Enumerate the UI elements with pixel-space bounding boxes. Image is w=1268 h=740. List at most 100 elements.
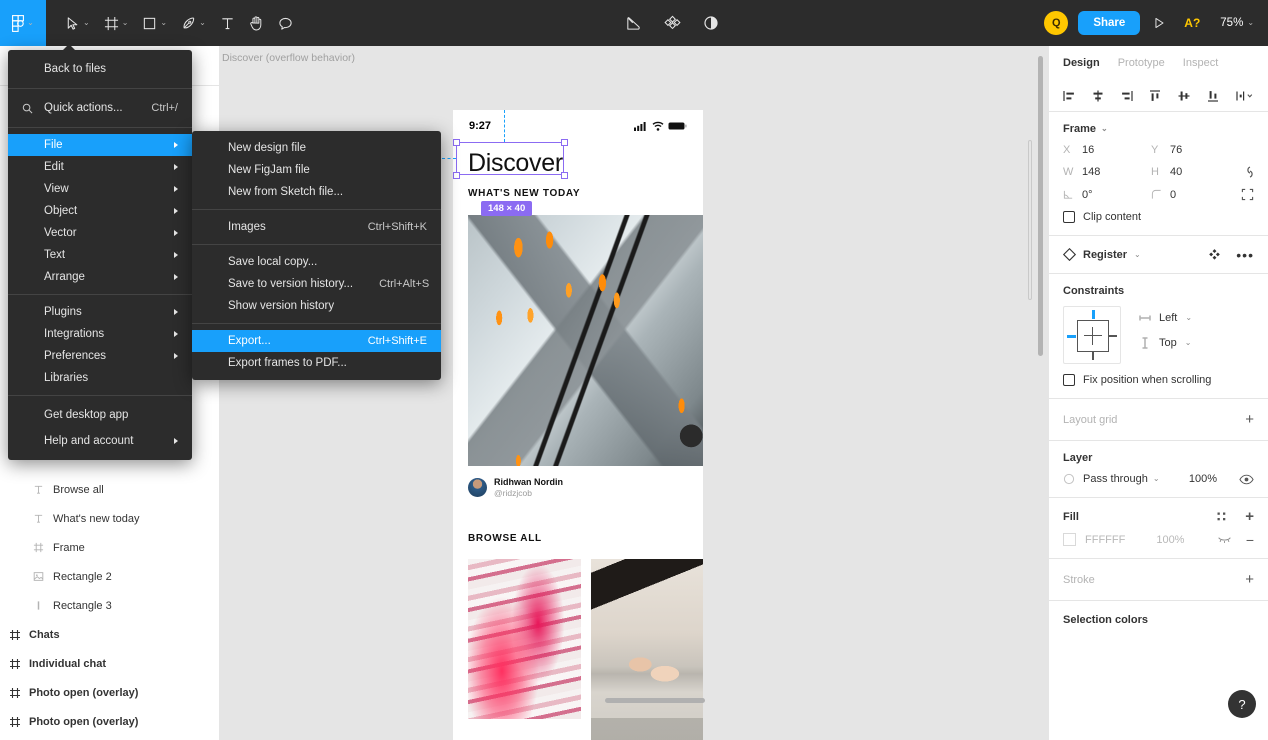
submenu-item-new-design-file[interactable]: New design file <box>192 137 441 159</box>
width-field[interactable]: W 148 <box>1063 166 1151 178</box>
submenu-item-new-figjam-file[interactable]: New FigJam file <box>192 159 441 181</box>
x-field[interactable]: X 16 <box>1063 144 1151 156</box>
avatar[interactable]: Q <box>1044 11 1069 35</box>
tab-prototype[interactable]: Prototype <box>1118 57 1165 69</box>
fix-position-checkbox[interactable] <box>1063 374 1075 386</box>
menu-item-view[interactable]: View <box>8 178 192 200</box>
independent-corners-button[interactable] <box>1241 188 1254 201</box>
corner-radius-field[interactable]: 0 <box>1151 189 1239 201</box>
align-bottom-button[interactable] <box>1201 84 1225 108</box>
menu-item-integrations[interactable]: Integrations <box>8 323 192 345</box>
canvas-scrollbar[interactable] <box>1038 56 1043 356</box>
menu-item-vector[interactable]: Vector <box>8 222 192 244</box>
layer-item-photo-open-overlay-1[interactable]: Photo open (overlay) <box>0 678 219 707</box>
contrast-button[interactable] <box>696 0 726 46</box>
browse-h-scrollbar[interactable] <box>605 698 705 703</box>
browse-all-label[interactable]: BROWSE ALL <box>453 533 703 544</box>
resize-handle-se[interactable] <box>561 172 568 179</box>
hand-tool-button[interactable] <box>242 0 271 46</box>
layer-item-photo-open-overlay-2[interactable]: Photo open (overlay) <box>0 707 219 736</box>
submenu-item-show-version-history[interactable]: Show version history <box>192 295 441 317</box>
submenu-item-save-local-copy[interactable]: Save local copy... <box>192 251 441 273</box>
menu-item-libraries[interactable]: Libraries <box>8 367 192 389</box>
menu-item-back-to-files[interactable]: Back to files <box>8 56 192 82</box>
vertical-constraint-dropdown[interactable]: Top ⌄ <box>1139 337 1192 349</box>
component-register-row[interactable]: Register ⌄ ••• <box>1049 236 1268 274</box>
add-fill-button[interactable]: + <box>1245 509 1254 524</box>
submenu-item-export[interactable]: Export... Ctrl+Shift+E <box>192 330 441 352</box>
layer-visibility-button[interactable] <box>1239 474 1254 485</box>
help-button[interactable]: ? <box>1228 690 1256 718</box>
more-options-button[interactable]: ••• <box>1236 248 1254 262</box>
present-button[interactable] <box>1140 0 1178 46</box>
swap-instance-button[interactable] <box>1208 248 1221 261</box>
photo-image-pink-marble[interactable] <box>468 559 581 719</box>
height-field[interactable]: H 40 <box>1151 166 1239 178</box>
submenu-item-save-to-version-history[interactable]: Save to version history... Ctrl+Alt+S <box>192 273 441 295</box>
layer-opacity-value[interactable]: 100% <box>1189 473 1217 485</box>
distribute-button[interactable] <box>1230 84 1260 108</box>
fill-visibility-button[interactable] <box>1217 535 1232 544</box>
fix-position-row[interactable]: Fix position when scrolling <box>1063 374 1254 386</box>
menu-item-edit[interactable]: Edit <box>8 156 192 178</box>
constrain-proportions-button[interactable] <box>1242 164 1254 180</box>
tab-design[interactable]: Design <box>1063 57 1100 69</box>
figma-logo-button[interactable]: ⌄ <box>0 0 46 46</box>
move-tool-button[interactable]: ⌄ <box>58 0 97 46</box>
remove-fill-button[interactable]: − <box>1246 533 1254 547</box>
constraint-left-marker[interactable] <box>1067 334 1076 338</box>
submenu-item-export-frames-to-pdf[interactable]: Export frames to PDF... <box>192 352 441 374</box>
layer-item-chats[interactable]: Chats <box>0 620 219 649</box>
frame-name-label[interactable]: Discover (overflow behavior) <box>222 52 355 64</box>
align-right-button[interactable] <box>1115 84 1139 108</box>
whats-new-today-label[interactable]: WHAT'S NEW TODAY <box>453 188 703 199</box>
layer-item-whats-new-today[interactable]: What's new today <box>0 504 219 533</box>
resize-handle-nw[interactable] <box>453 139 460 146</box>
clip-content-row[interactable]: Clip content <box>1063 211 1254 223</box>
constraint-top-marker[interactable] <box>1091 310 1095 319</box>
tab-inspect[interactable]: Inspect <box>1183 57 1218 69</box>
resize-handle-sw[interactable] <box>453 172 460 179</box>
menu-item-get-desktop-app[interactable]: Get desktop app <box>8 402 192 428</box>
photo-image-mall[interactable] <box>468 215 703 466</box>
mask-button[interactable] <box>618 0 649 46</box>
menu-item-quick-actions[interactable]: Quick actions... Ctrl+/ <box>8 95 192 121</box>
pen-tool-button[interactable]: ⌄ <box>174 0 213 46</box>
align-horizontal-center-button[interactable] <box>1086 84 1110 108</box>
af-indicator[interactable]: A? <box>1178 0 1206 46</box>
menu-item-preferences[interactable]: Preferences <box>8 345 192 367</box>
fill-style-button[interactable] <box>1216 511 1228 523</box>
layer-item-individual-chat[interactable]: Individual chat <box>0 649 219 678</box>
layer-item-browse-all[interactable]: Browse all <box>0 475 219 504</box>
text-tool-button[interactable] <box>213 0 242 46</box>
component-button[interactable] <box>657 0 688 46</box>
constraint-bottom-marker[interactable] <box>1092 351 1094 360</box>
constraint-grid[interactable] <box>1063 306 1121 364</box>
fill-hex-value[interactable]: FFFFFF <box>1085 534 1125 546</box>
menu-item-object[interactable]: Object <box>8 200 192 222</box>
frame-section-title[interactable]: Frame ⌄ <box>1063 123 1254 135</box>
rotation-field[interactable]: 0° <box>1063 189 1151 201</box>
layer-item-rectangle-2[interactable]: Rectangle 2 <box>0 562 219 591</box>
clip-content-checkbox[interactable] <box>1063 211 1075 223</box>
menu-item-arrange[interactable]: Arrange <box>8 266 192 288</box>
fill-opacity-value[interactable]: 100% <box>1156 534 1184 546</box>
y-field[interactable]: Y 76 <box>1151 144 1239 156</box>
discover-title[interactable]: Discover <box>453 148 703 178</box>
horizontal-constraint-dropdown[interactable]: Left ⌄ <box>1139 312 1192 324</box>
frame-tool-button[interactable]: ⌄ <box>97 0 136 46</box>
add-stroke-button[interactable]: + <box>1245 572 1254 587</box>
phone-inner-scrollbar[interactable] <box>1028 140 1032 300</box>
align-left-button[interactable] <box>1057 84 1081 108</box>
photo-image-holding-hands[interactable] <box>590 559 703 740</box>
submenu-item-images[interactable]: Images Ctrl+Shift+K <box>192 216 441 238</box>
align-top-button[interactable] <box>1143 84 1167 108</box>
align-vertical-center-button[interactable] <box>1172 84 1196 108</box>
share-button[interactable]: Share <box>1078 11 1141 35</box>
fill-color-swatch[interactable] <box>1063 533 1076 546</box>
menu-item-text[interactable]: Text <box>8 244 192 266</box>
shape-tool-button[interactable]: ⌄ <box>135 0 174 46</box>
constraint-right-marker[interactable] <box>1108 335 1117 337</box>
add-layout-grid-button[interactable]: + <box>1245 412 1254 427</box>
submenu-item-new-from-sketch-file[interactable]: New from Sketch file... <box>192 181 441 203</box>
